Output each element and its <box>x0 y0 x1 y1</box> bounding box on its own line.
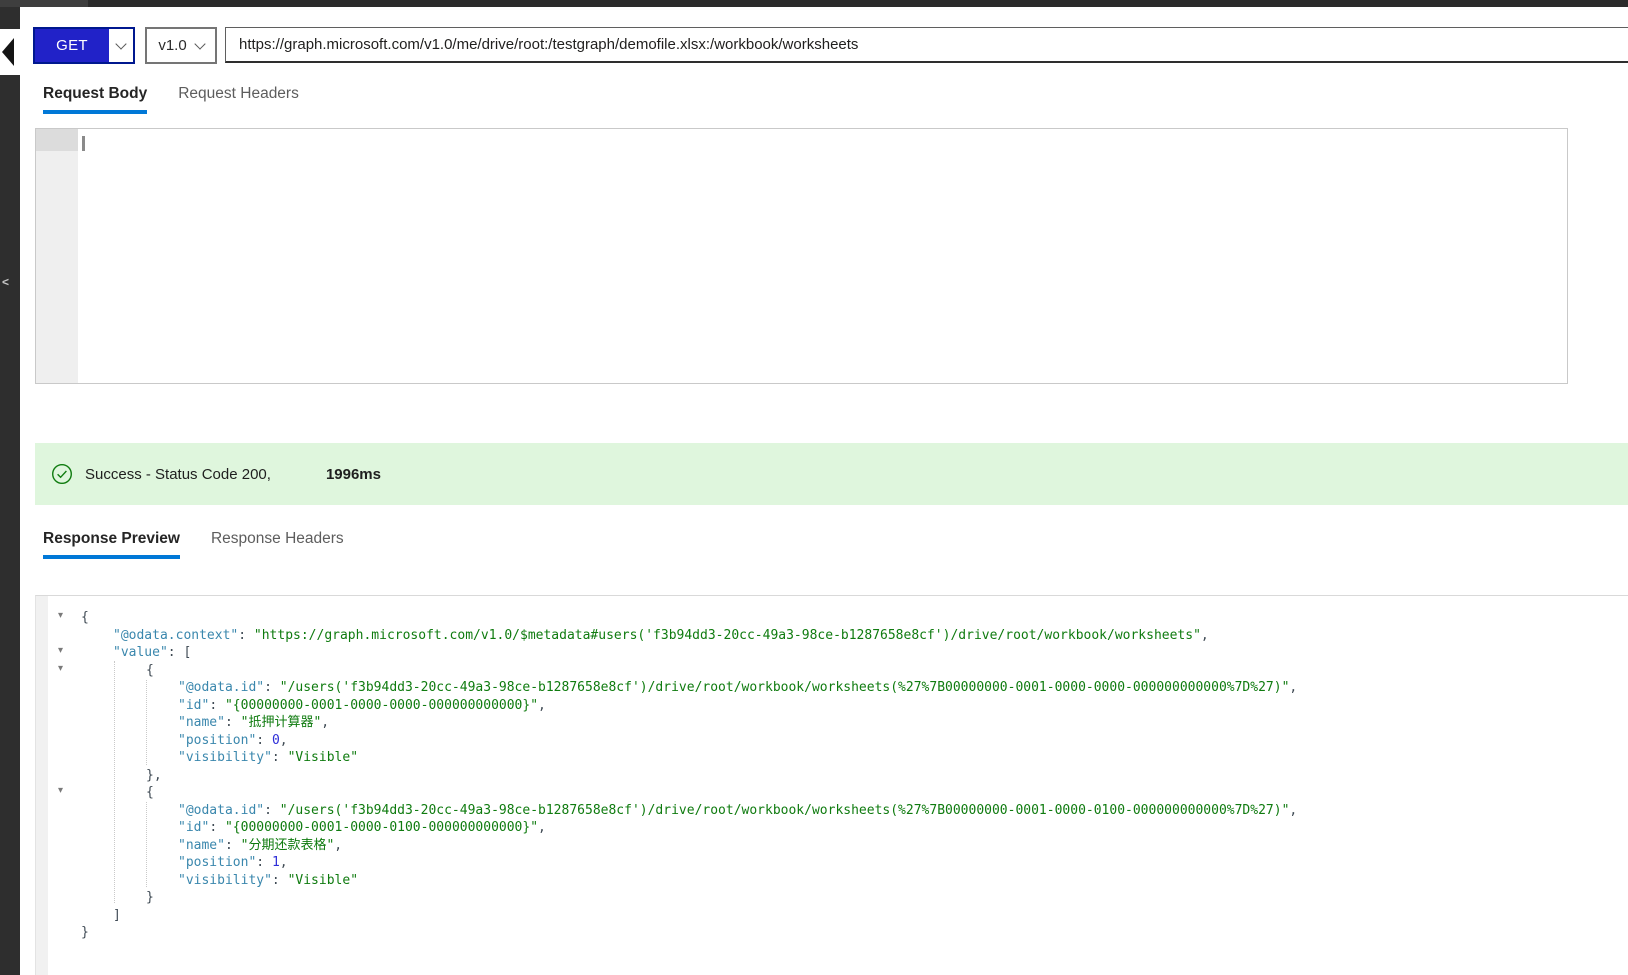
collapse-toggle-icon[interactable]: ▾ <box>58 663 63 675</box>
request-tabs: Request Body Request Headers <box>43 85 299 114</box>
request-body-editor[interactable] <box>35 128 1568 384</box>
top-bar-segment <box>0 0 88 7</box>
scrollbar-track[interactable] <box>36 596 48 975</box>
json-line: }, <box>48 767 1628 785</box>
json-code: "position": 1, <box>81 854 288 872</box>
json-line: "@odata.id": "/users('f3b94dd3-20cc-49a3… <box>48 802 1628 820</box>
json-line: "visibility": "Visible" <box>48 872 1628 890</box>
collapse-toggle-icon[interactable]: ▾ <box>58 610 63 622</box>
json-line: "@odata.id": "/users('f3b94dd3-20cc-49a3… <box>48 679 1628 697</box>
status-message: Success - Status Code 200, <box>85 466 271 483</box>
json-viewer-rows: ▾{"@odata.context": "https://graph.micro… <box>48 609 1628 942</box>
json-code: { <box>81 784 154 802</box>
json-code: ] <box>81 907 121 925</box>
json-line: } <box>48 889 1628 907</box>
json-code: "name": "抵押计算器", <box>81 714 329 732</box>
json-line: "id": "{00000000-0001-0000-0100-00000000… <box>48 819 1628 837</box>
editor-active-line-gutter <box>36 129 78 151</box>
collapse-toggle-icon[interactable]: ▾ <box>58 785 63 797</box>
success-check-icon <box>51 463 73 485</box>
version-label: v1.0 <box>158 37 186 54</box>
response-preview-panel: ▾{"@odata.context": "https://graph.micro… <box>35 595 1628 975</box>
json-line: "name": "抵押计算器", <box>48 714 1628 732</box>
json-code: "id": "{00000000-0001-0000-0100-00000000… <box>81 819 546 837</box>
json-line: ▾{ <box>48 609 1628 627</box>
json-line: "position": 1, <box>48 854 1628 872</box>
json-code: "position": 0, <box>81 732 288 750</box>
url-input[interactable] <box>225 27 1628 63</box>
json-line: "visibility": "Visible" <box>48 749 1628 767</box>
response-time: 1996ms <box>326 466 381 483</box>
json-code: "id": "{00000000-0001-0000-0000-00000000… <box>81 697 546 715</box>
json-code: "name": "分期还款表格", <box>81 837 342 855</box>
json-code: "value": [ <box>81 644 191 662</box>
sidebar-collapse-handle[interactable] <box>0 29 20 75</box>
chevron-down-icon <box>194 38 205 49</box>
request-bar: GET v1.0 <box>33 27 1628 64</box>
json-line: "position": 0, <box>48 732 1628 750</box>
json-line: "name": "分期还款表格", <box>48 837 1628 855</box>
tab-request-body[interactable]: Request Body <box>43 85 147 114</box>
json-line: } <box>48 924 1628 942</box>
json-code: }, <box>81 767 162 785</box>
text-cursor <box>82 136 85 151</box>
collapsed-sidebar: < <box>0 7 20 975</box>
response-tabs: Response Preview Response Headers <box>43 530 344 559</box>
chevron-left-icon <box>2 38 14 66</box>
json-code: "@odata.context": "https://graph.microso… <box>81 627 1209 645</box>
chevron-left-icon[interactable]: < <box>2 275 9 289</box>
tab-response-preview[interactable]: Response Preview <box>43 530 180 559</box>
status-banner: Success - Status Code 200, 1996ms <box>35 443 1628 505</box>
json-code: "@odata.id": "/users('f3b94dd3-20cc-49a3… <box>81 679 1297 697</box>
chevron-down-icon[interactable] <box>109 29 133 62</box>
json-code: { <box>81 609 89 627</box>
collapse-toggle-icon[interactable]: ▾ <box>58 645 63 657</box>
editor-gutter <box>36 129 78 383</box>
json-code: "visibility": "Visible" <box>81 749 358 767</box>
json-line: "id": "{00000000-0001-0000-0000-00000000… <box>48 697 1628 715</box>
json-line: ▾ "value": [ <box>48 644 1628 662</box>
json-line: "@odata.context": "https://graph.microso… <box>48 627 1628 645</box>
json-code: "visibility": "Visible" <box>81 872 358 890</box>
json-line: ▾{ <box>48 784 1628 802</box>
json-line: ] <box>48 907 1628 925</box>
method-label: GET <box>35 29 109 62</box>
tab-request-headers[interactable]: Request Headers <box>178 85 299 114</box>
json-line: ▾{ <box>48 662 1628 680</box>
json-code: { <box>81 662 154 680</box>
method-dropdown[interactable]: GET <box>33 27 135 64</box>
tab-response-headers[interactable]: Response Headers <box>211 530 344 559</box>
top-bar <box>0 0 1628 7</box>
json-code: } <box>81 889 154 907</box>
json-code: } <box>81 924 89 942</box>
json-code: "@odata.id": "/users('f3b94dd3-20cc-49a3… <box>81 802 1297 820</box>
version-dropdown[interactable]: v1.0 <box>145 27 217 64</box>
